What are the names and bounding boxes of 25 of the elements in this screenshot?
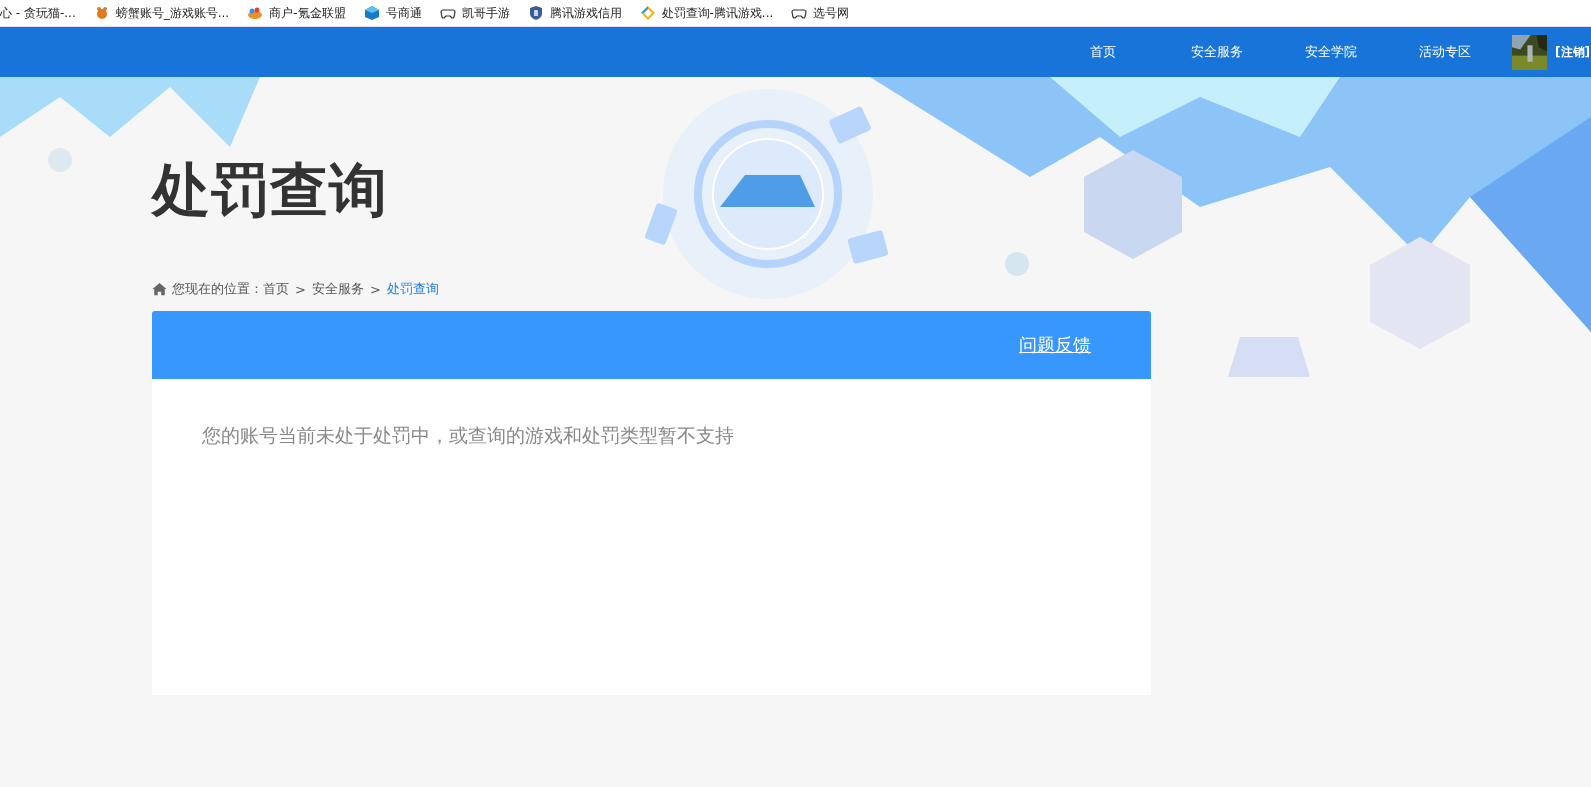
breadcrumb-link[interactable]: 处罚查询 <box>386 280 439 298</box>
bookmark[interactable]: 螃蟹账号_游戏账号... <box>93 4 230 22</box>
nav-link[interactable]: 安全学院 <box>1274 43 1389 61</box>
bookmark[interactable]: 凯哥手游 <box>439 4 510 22</box>
bookmark[interactable]: 腾讯游戏信用 <box>527 4 622 22</box>
bookmark[interactable]: 选号网 <box>791 4 850 22</box>
nav-link[interactable]: 首页 <box>1046 43 1161 61</box>
nav-link[interactable]: 活动专区 <box>1388 43 1503 61</box>
page-title: 处罚查询 <box>152 155 388 225</box>
bookmark[interactable]: 处罚查询-腾讯游戏... <box>639 4 774 22</box>
home-icon <box>152 282 167 296</box>
bookmark[interactable]: 号商通 <box>363 4 422 22</box>
breadcrumb-link[interactable]: 安全服务 <box>311 280 364 298</box>
status-message: 您的账号当前未处于处罚中，或查询的游戏和处罚类型暂不支持 <box>202 423 734 448</box>
bookmark[interactable]: 商户-氪金联盟 <box>247 4 346 22</box>
breadcrumb-label: 您现在的位置： <box>172 280 263 298</box>
shield-icon <box>527 5 544 21</box>
breadcrumb-separator: > <box>295 281 306 297</box>
cube-icon <box>363 5 380 21</box>
nav-link[interactable]: 安全服务 <box>1160 43 1275 61</box>
breadcrumb-link[interactable]: 首页 <box>263 280 289 298</box>
logout-link[interactable]: [注销] <box>1555 43 1590 61</box>
diamond-icon <box>639 5 656 21</box>
bookmark[interactable]: 心 - 贪玩猫-... <box>0 4 76 22</box>
breadcrumb-separator: > <box>369 281 381 297</box>
